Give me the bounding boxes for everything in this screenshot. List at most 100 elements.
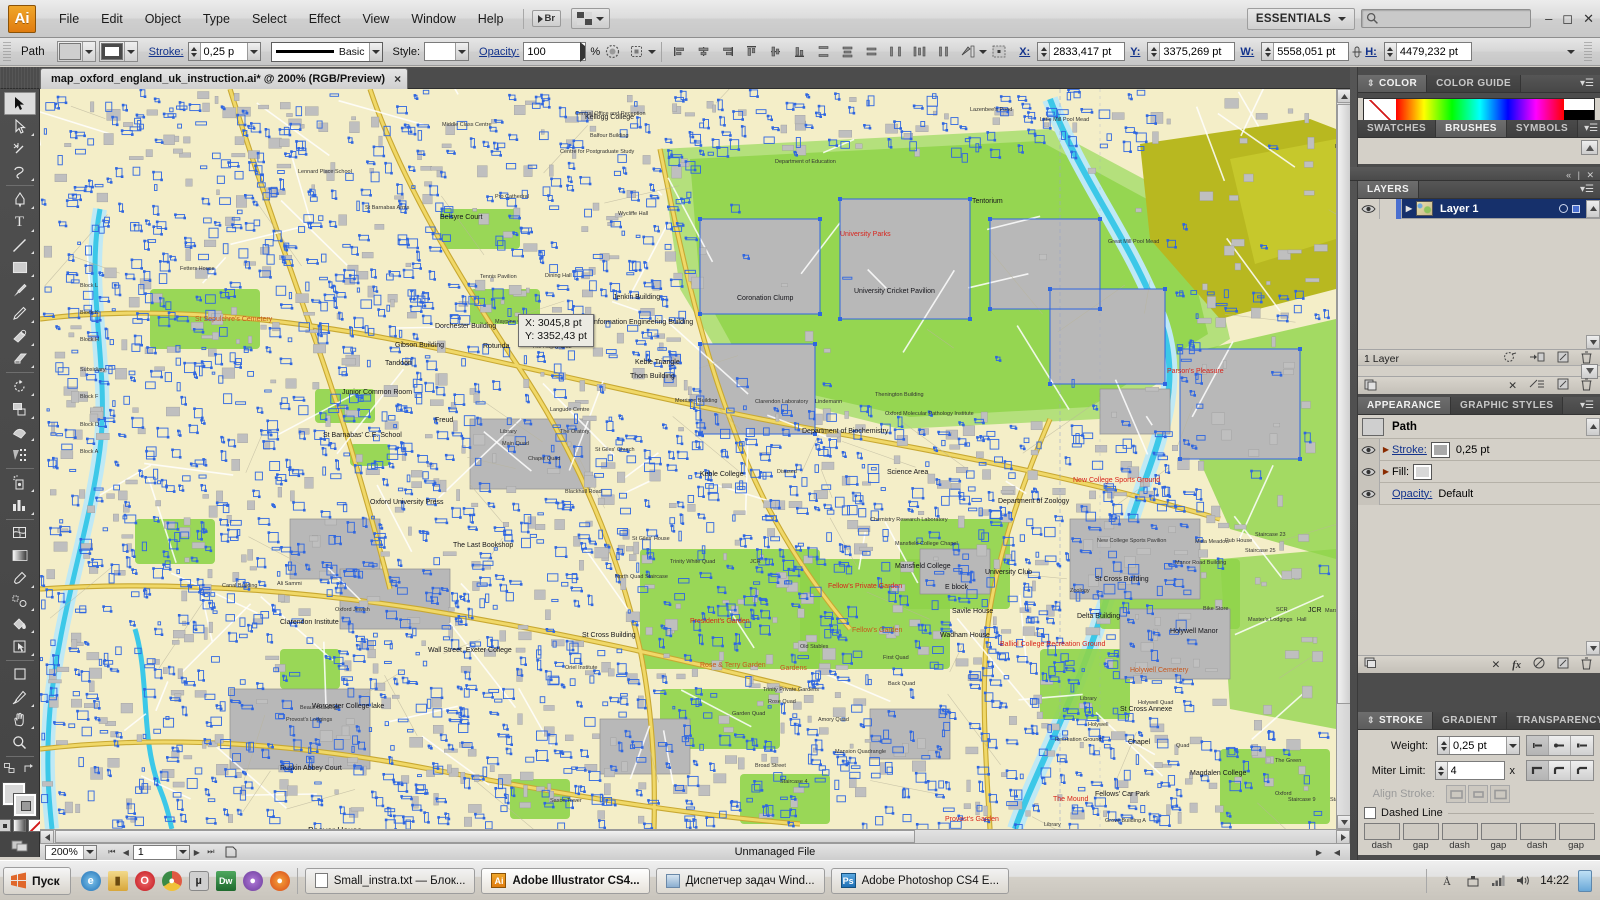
task-manager-task[interactable]: Диспетчер задач Wind... <box>655 867 825 894</box>
appearance-row-fill[interactable]: ▶ Fill: <box>1358 460 1600 483</box>
opacity-label[interactable]: Opacity: <box>479 46 519 58</box>
lasso-tool[interactable] <box>4 160 36 183</box>
screen-mode-button[interactable] <box>11 838 29 857</box>
stepper-arrows-icon[interactable] <box>1262 43 1275 60</box>
zoom-tool[interactable] <box>4 731 36 754</box>
visibility-eye-icon[interactable] <box>1358 460 1380 483</box>
previous-artboard-button[interactable]: ◀ <box>119 845 133 859</box>
distribute-right-icon[interactable] <box>932 41 954 63</box>
none-color-swatch[interactable] <box>1364 99 1396 121</box>
chevron-down-icon[interactable] <box>82 845 96 859</box>
tab-symbols[interactable]: SYMBOLS <box>1506 120 1579 137</box>
firefox-icon[interactable]: ● <box>269 870 290 891</box>
start-button[interactable]: Пуск <box>3 866 71 895</box>
color-spectrum-ramp[interactable] <box>1363 98 1595 122</box>
delete-symbol-icon[interactable] <box>1581 378 1592 394</box>
align-top-edges-icon[interactable] <box>740 41 762 63</box>
delete-item-icon[interactable] <box>1581 657 1592 673</box>
color-button[interactable] <box>0 819 11 832</box>
align-stroke-center-button[interactable] <box>1446 785 1466 803</box>
symbol-libraries-icon[interactable] <box>1364 378 1379 394</box>
y-position-stepper[interactable] <box>1147 42 1236 61</box>
blend-tool[interactable] <box>4 590 36 613</box>
stepper-arrows-icon[interactable] <box>1438 737 1450 754</box>
menu-help[interactable]: Help <box>467 8 515 30</box>
visibility-eye-icon[interactable] <box>1358 438 1380 461</box>
stepper-arrows-icon[interactable] <box>1148 43 1161 60</box>
symbol-sprayer-tool[interactable] <box>4 471 36 494</box>
type-tool[interactable]: T <box>4 211 36 234</box>
control-bar-grip[interactable] <box>3 41 11 62</box>
menu-type[interactable]: Type <box>192 8 241 30</box>
scroll-down-button[interactable] <box>1337 815 1350 829</box>
menu-select[interactable]: Select <box>241 8 298 30</box>
chevron-right-icon[interactable]: ▶ <box>1380 445 1392 454</box>
eraser-tool[interactable] <box>4 348 36 371</box>
swap-fill-stroke-icon[interactable] <box>4 761 15 779</box>
layers-scroll-up-button[interactable] <box>1586 199 1600 218</box>
live-paint-bucket-tool[interactable] <box>4 613 36 636</box>
align-vertical-center-icon[interactable] <box>764 41 786 63</box>
status-menu-icon[interactable] <box>224 845 238 859</box>
color-panel-menu-button[interactable]: ▾☰ <box>1574 75 1600 92</box>
align-horizontal-center-icon[interactable] <box>692 41 714 63</box>
go-to-bridge-button[interactable]: Br <box>531 10 562 27</box>
minimize-button[interactable]: – <box>1545 11 1552 26</box>
vertical-scroll-thumb[interactable] <box>1337 104 1350 704</box>
layer-row[interactable]: ▶ Layer 1 <box>1358 198 1600 219</box>
dash-input-3[interactable] <box>1520 823 1556 840</box>
dash-input-2[interactable] <box>1442 823 1478 840</box>
gap-input-3[interactable] <box>1559 823 1595 840</box>
dash-input-1[interactable] <box>1364 823 1400 840</box>
layers-panel-menu-button[interactable]: ▾☰ <box>1574 181 1600 198</box>
align-bottom-edges-icon[interactable] <box>788 41 810 63</box>
selection-tool[interactable] <box>3 92 36 115</box>
appearance-stroke-label[interactable]: Stroke: <box>1392 444 1427 456</box>
keyboard-layout-icon[interactable]: Å <box>1440 873 1456 889</box>
document-tab[interactable]: map_oxford_england_uk_instruction.ai* @ … <box>40 68 409 89</box>
clear-appearance-icon[interactable]: ✕ <box>1491 659 1500 671</box>
appearance-scroll-up-button[interactable] <box>1586 417 1600 436</box>
chevron-down-icon[interactable] <box>648 49 657 54</box>
miter-limit-stepper[interactable] <box>1434 761 1505 780</box>
blob-brush-tool[interactable] <box>4 325 36 348</box>
appearance-row-stroke[interactable]: ▶ Stroke: 0,25 pt <box>1358 438 1600 461</box>
appearance-panel-menu-button[interactable]: ▾☰ <box>1574 397 1600 414</box>
horizontal-scroll-thumb[interactable] <box>55 830 915 843</box>
viber-icon[interactable]: ● <box>242 870 263 891</box>
selection-indicator[interactable] <box>1572 204 1580 213</box>
transform-each-icon[interactable] <box>956 41 978 63</box>
artboard-number-field[interactable] <box>132 844 190 860</box>
chevron-right-icon[interactable]: ▶ <box>1402 204 1416 213</box>
tab-stroke[interactable]: ⇕ STROKE <box>1358 712 1434 729</box>
menu-effect[interactable]: Effect <box>298 8 352 30</box>
height-input[interactable] <box>1396 43 1471 60</box>
menu-file[interactable]: File <box>48 8 90 30</box>
show-desktop-button[interactable] <box>1578 869 1592 892</box>
appearance-opacity-label[interactable]: Opacity: <box>1392 488 1432 500</box>
new-symbol-icon[interactable] <box>1557 378 1569 393</box>
hand-tool[interactable] <box>4 709 36 732</box>
canvas-horizontal-scrollbar[interactable] <box>40 829 1350 844</box>
slice-tool[interactable] <box>4 686 36 709</box>
round-join-button[interactable] <box>1549 761 1571 780</box>
free-transform-tool[interactable] <box>4 443 36 466</box>
create-sublayer-icon[interactable] <box>1529 351 1545 366</box>
layers-list[interactable]: ▶ Layer 1 <box>1358 198 1600 349</box>
opacity-slider-arrow-icon[interactable] <box>580 41 586 62</box>
bevel-join-button[interactable] <box>1571 761 1593 780</box>
next-artboard-button[interactable]: ▶ <box>190 845 204 859</box>
gradient-button[interactable] <box>13 819 26 832</box>
artboard-tool[interactable] <box>4 663 36 686</box>
safely-remove-icon[interactable] <box>1465 873 1481 889</box>
network-icon[interactable] <box>1490 873 1506 889</box>
warp-tool[interactable] <box>4 421 36 444</box>
width-input[interactable] <box>1274 43 1349 60</box>
lock-toggle-icon[interactable] <box>1380 198 1402 219</box>
height-stepper[interactable] <box>1383 42 1472 61</box>
canvas-vertical-scrollbar[interactable] <box>1336 89 1350 829</box>
line-segment-tool[interactable] <box>4 234 36 257</box>
x-position-input[interactable] <box>1050 43 1125 60</box>
break-link-icon[interactable]: ✕ <box>1508 380 1517 392</box>
align-left-edges-icon[interactable] <box>668 41 690 63</box>
